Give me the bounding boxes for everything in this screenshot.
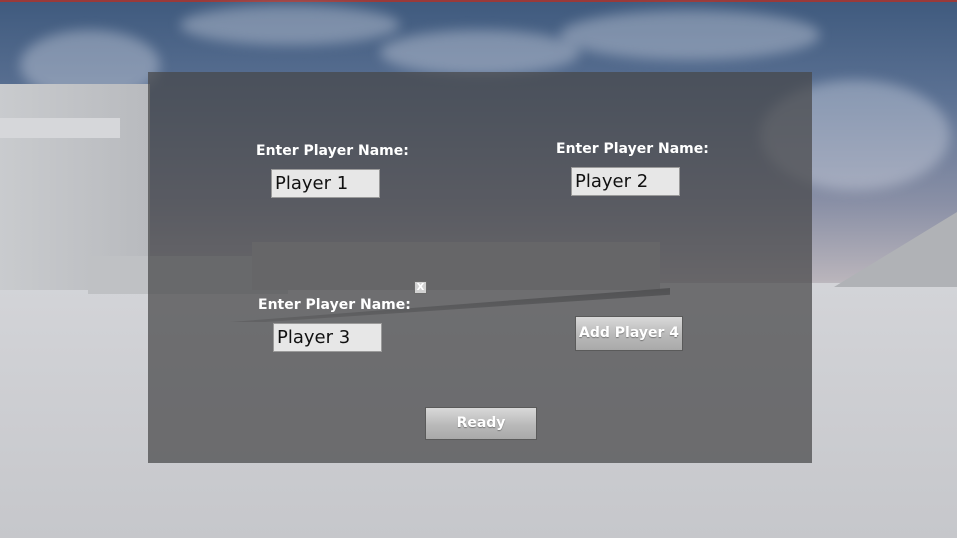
cloud: [560, 10, 820, 60]
ready-button[interactable]: Ready: [425, 407, 537, 440]
left-building-side: [0, 118, 120, 138]
player-2-name-label: Enter Player Name:: [556, 141, 709, 157]
right-ramp: [834, 212, 957, 287]
player-3-name-label: Enter Player Name:: [258, 297, 411, 313]
window-top-border: [0, 0, 957, 2]
cloud: [180, 5, 400, 45]
game-viewport: Enter Player Name: Player 1 Enter Player…: [0, 0, 957, 538]
remove-player-3-button[interactable]: X: [414, 281, 427, 294]
player-3-name-input[interactable]: Player 3: [273, 323, 382, 352]
player-1-name-label: Enter Player Name:: [256, 143, 409, 159]
player-2-name-input[interactable]: Player 2: [571, 167, 680, 196]
add-player-4-button[interactable]: Add Player 4: [575, 316, 683, 351]
player-1-name-input[interactable]: Player 1: [271, 169, 380, 198]
player-setup-panel: [148, 72, 812, 463]
cloud: [380, 30, 580, 75]
